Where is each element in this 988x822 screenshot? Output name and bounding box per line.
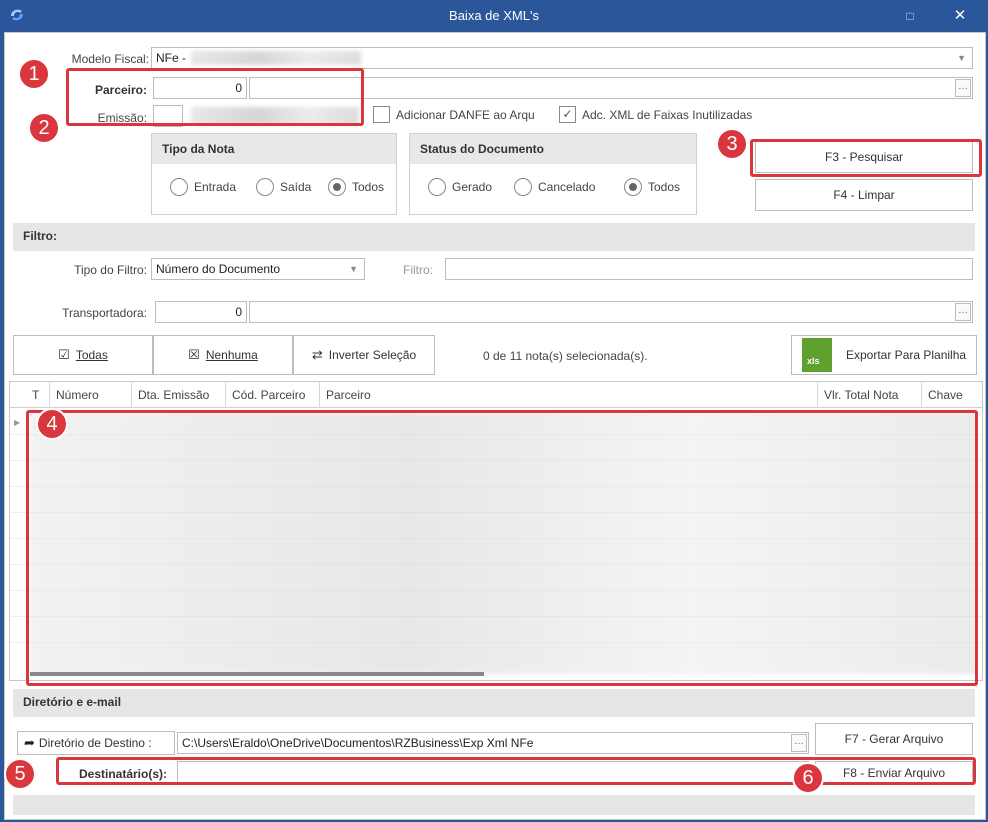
diretorio-path-input[interactable]: C:\Users\Eraldo\OneDrive\Documentos\RZBu… <box>177 732 809 754</box>
radio-circle <box>428 178 446 196</box>
tipo-filtro-select[interactable]: Número do Documento ▼ <box>151 258 365 280</box>
column-header[interactable]: T <box>26 382 50 408</box>
maximize-button[interactable]: □ <box>898 4 922 28</box>
filtro-section-header: Filtro: <box>13 223 975 251</box>
annotation-badge-2: 2 <box>28 112 60 144</box>
title-bar: Baixa de XML's □ ✕ <box>0 0 988 32</box>
annotation-badge-6: 6 <box>792 762 824 794</box>
annotation-badge-1: 1 <box>18 58 50 90</box>
checkbox-box <box>373 106 390 123</box>
column-header[interactable]: Dta. Emissão <box>132 382 226 408</box>
redacted-text <box>191 51 361 65</box>
transportadora-code-input[interactable]: 0 <box>155 301 247 323</box>
column-header[interactable]: Número <box>50 382 132 408</box>
status-bar <box>13 795 975 815</box>
invert-icon: ⇄ <box>311 347 323 362</box>
filtro-input[interactable] <box>445 258 973 280</box>
radio-label: Todos <box>648 180 681 194</box>
radio-circle <box>256 178 274 196</box>
ellipsis-button[interactable]: … <box>955 79 971 97</box>
annotation-badge-4: 4 <box>36 408 68 440</box>
radio-label: Entrada <box>194 180 237 194</box>
radio-gerado[interactable]: Gerado <box>428 178 492 196</box>
radio-saida[interactable]: Saída <box>256 178 311 196</box>
tipo-filtro-value: Número do Documento <box>156 262 281 276</box>
tipo-nota-title: Tipo da Nota <box>152 134 396 164</box>
diretorio-path-value: C:\Users\Eraldo\OneDrive\Documentos\RZBu… <box>182 736 534 750</box>
diretorio-section-header: Diretório e e-mail <box>13 689 975 717</box>
column-header[interactable]: Parceiro <box>320 382 818 408</box>
adicionar-danfe-label: Adicionar DANFE ao Arqu <box>396 107 535 122</box>
limpar-button[interactable]: F4 - Limpar <box>755 179 973 211</box>
status-documento-title: Status do Documento <box>410 134 696 164</box>
column-header[interactable]: Vlr. Total Nota <box>818 382 922 408</box>
radio-circle <box>514 178 532 196</box>
inverter-label: Inverter Seleção <box>328 348 417 362</box>
radio-circle-selected <box>624 178 642 196</box>
modelo-fiscal-label: Modelo Fiscal: <box>71 52 149 66</box>
annotation-badge-5: 5 <box>4 758 36 790</box>
uncheck-all-icon: ☒ <box>188 347 200 362</box>
modelo-fiscal-value: NFe - <box>156 51 186 65</box>
adc-xml-checkbox[interactable]: ✓ Adc. XML de Faixas Inutilizadas <box>559 106 752 123</box>
annotation-badge-3: 3 <box>716 128 748 160</box>
exportar-label: Exportar Para Planilha <box>846 348 967 362</box>
arrow-share-icon: ➦ <box>24 735 35 750</box>
exportar-planilha-button[interactable]: xls Exportar Para Planilha <box>791 335 977 375</box>
annotation-box-5 <box>56 757 976 785</box>
grid-header: T Número Dta. Emissão Cód. Parceiro Parc… <box>10 382 982 408</box>
chevron-down-icon: ▼ <box>957 53 966 63</box>
xls-icon-text: xls <box>807 356 820 366</box>
adc-xml-label: Adc. XML de Faixas Inutilizadas <box>582 107 753 122</box>
radio-circle-selected <box>328 178 346 196</box>
radio-cancelado[interactable]: Cancelado <box>514 178 595 196</box>
main-window: Baixa de XML's □ ✕ Modelo Fiscal: NFe - … <box>0 0 988 822</box>
column-header[interactable]: Cód. Parceiro <box>226 382 320 408</box>
nenhuma-label: Nenhuma <box>205 348 258 362</box>
tipo-filtro-label: Tipo do Filtro: <box>74 263 147 277</box>
ellipsis-button[interactable]: … <box>791 734 807 752</box>
column-header[interactable]: Chave <box>922 382 982 408</box>
radio-label: Saída <box>280 180 312 194</box>
row-indicator-icon: ▶ <box>14 418 21 427</box>
filtro-label: Filtro: <box>403 263 433 277</box>
annotation-box-1 <box>66 68 364 126</box>
transportadora-label: Transportadora: <box>62 306 147 320</box>
tipo-nota-group: Tipo da Nota Entrada Saída Todos <box>151 133 397 215</box>
transportadora-name-input[interactable]: … <box>249 301 973 323</box>
annotation-box-3 <box>750 139 982 177</box>
radio-label: Cancelado <box>538 180 596 194</box>
status-documento-group: Status do Documento Gerado Cancelado Tod… <box>409 133 697 215</box>
chevron-down-icon: ▼ <box>349 264 358 274</box>
ellipsis-button[interactable]: … <box>955 303 971 321</box>
close-button[interactable]: ✕ <box>948 4 972 28</box>
radio-label: Todos <box>352 180 385 194</box>
check-all-icon: ☑ <box>58 347 70 362</box>
nenhuma-button[interactable]: ☒ Nenhuma <box>153 335 293 375</box>
radio-label: Gerado <box>452 180 493 194</box>
todas-button[interactable]: ☑ Todas <box>13 335 153 375</box>
annotation-box-4 <box>26 410 978 686</box>
radio-entrada[interactable]: Entrada <box>170 178 236 196</box>
diretorio-label: Diretório de Destino : <box>38 736 152 750</box>
xls-file-icon: xls <box>802 338 832 372</box>
todas-label: Todas <box>75 348 108 362</box>
window-title: Baixa de XML's <box>449 8 539 23</box>
check-icon: ✓ <box>559 106 576 123</box>
radio-todos-tipo[interactable]: Todos <box>328 178 384 196</box>
selection-count: 0 de 11 nota(s) selecionada(s). <box>483 349 648 363</box>
adicionar-danfe-checkbox[interactable]: Adicionar DANFE ao Arqu <box>373 106 535 123</box>
diretorio-destino-button[interactable]: ➦ Diretório de Destino : <box>17 731 175 755</box>
radio-todos-status[interactable]: Todos <box>624 178 680 196</box>
gerar-arquivo-button[interactable]: F7 - Gerar Arquivo <box>815 723 973 755</box>
radio-circle <box>170 178 188 196</box>
inverter-selecao-button[interactable]: ⇄ Inverter Seleção <box>293 335 435 375</box>
